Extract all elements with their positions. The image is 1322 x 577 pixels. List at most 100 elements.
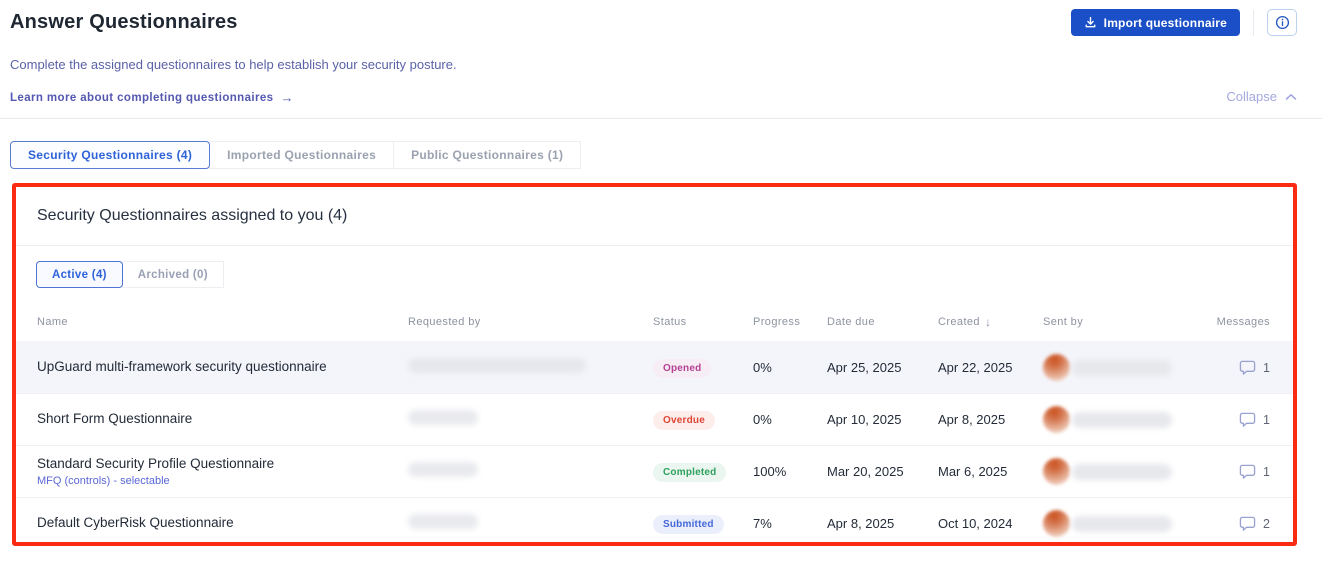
column-header-created[interactable]: Created ↓ [938, 315, 1043, 329]
progress-value: 100% [753, 464, 787, 479]
messages-button[interactable]: 2 [1216, 515, 1270, 532]
table-row[interactable]: Short Form Questionnaire Overdue 0% Apr … [16, 393, 1293, 445]
header-rule [0, 118, 1322, 119]
column-header-created-label: Created [938, 315, 980, 328]
table-row[interactable]: Standard Security Profile Questionnaire … [16, 445, 1293, 497]
page-title: Answer Questionnaires [10, 11, 238, 33]
redacted-requested-by [408, 357, 586, 373]
created-value: Mar 6, 2025 [938, 464, 1008, 479]
assigned-questionnaires-panel: Security Questionnaires assigned to you … [12, 183, 1297, 546]
questionnaire-type-link[interactable]: MFQ (controls) - selectable [37, 475, 408, 487]
progress-value: 0% [753, 360, 772, 375]
messages-button[interactable]: 1 [1216, 463, 1270, 480]
status-cell: Submitted [653, 514, 753, 534]
panel-header: Security Questionnaires assigned to you … [16, 187, 1293, 246]
column-header-progress[interactable]: Progress [753, 316, 827, 328]
progress-value: 7% [753, 516, 772, 531]
date-due-value: Apr 8, 2025 [827, 516, 895, 531]
requested-by-cell [408, 357, 653, 378]
status-badge: Submitted [653, 514, 724, 534]
import-questionnaire-label: Import questionnaire [1103, 15, 1227, 30]
message-bubble-icon [1239, 516, 1256, 531]
sent-by-cell [1043, 354, 1216, 381]
messages-button[interactable]: 1 [1216, 411, 1270, 428]
table-header: Name Requested by Status Progress Date d… [16, 302, 1293, 341]
column-header-status[interactable]: Status [653, 316, 753, 328]
arrow-right-icon: → [280, 90, 294, 105]
date-due-value: Mar 20, 2025 [827, 464, 904, 479]
subtab-archived[interactable]: Archived (0) [121, 261, 224, 288]
sent-by-cell [1043, 458, 1216, 485]
tab-public-questionnaires[interactable]: Public Questionnaires (1) [393, 141, 582, 169]
redacted-requested-by [408, 461, 478, 477]
avatar [1043, 406, 1070, 433]
chevron-up-icon [1285, 93, 1297, 100]
archive-filter-tabs: Active (4) Archived (0) [16, 246, 1293, 302]
status-cell: Opened [653, 358, 753, 378]
name-cell: Standard Security Profile Questionnaire … [37, 456, 408, 487]
redacted-sender-name [1072, 359, 1172, 376]
collapse-toggle[interactable]: Collapse [1226, 89, 1297, 104]
messages-button[interactable]: 1 [1216, 359, 1270, 376]
column-header-name[interactable]: Name [37, 316, 408, 328]
column-header-requested-by[interactable]: Requested by [408, 316, 653, 328]
redacted-sender-name [1072, 463, 1172, 480]
questionnaire-name: Default CyberRisk Questionnaire [37, 515, 234, 531]
table-row[interactable]: Default CyberRisk Questionnaire Submitte… [16, 497, 1293, 542]
column-header-messages[interactable]: Messages [1216, 316, 1270, 328]
date-due-value: Apr 10, 2025 [827, 412, 902, 427]
redacted-requested-by [408, 513, 478, 529]
name-cell: Short Form Questionnaire [37, 411, 408, 428]
info-button[interactable] [1267, 9, 1297, 36]
questionnaire-name: UpGuard multi-framework security questio… [37, 359, 327, 375]
status-cell: Completed [653, 462, 753, 482]
message-bubble-icon [1239, 412, 1256, 427]
learn-more-label: Learn more about completing questionnair… [10, 91, 274, 104]
collapse-label: Collapse [1226, 89, 1277, 104]
name-cell: Default CyberRisk Questionnaire [37, 515, 408, 532]
table-body: UpGuard multi-framework security questio… [16, 341, 1293, 542]
progress-value: 0% [753, 412, 772, 427]
questionnaire-name: Standard Security Profile Questionnaire [37, 456, 275, 472]
subtab-active[interactable]: Active (4) [36, 261, 123, 288]
download-icon [1085, 16, 1096, 28]
name-cell: UpGuard multi-framework security questio… [37, 359, 408, 376]
sent-by-cell [1043, 510, 1216, 537]
questionnaire-name: Short Form Questionnaire [37, 411, 193, 427]
created-value: Apr 8, 2025 [938, 412, 1006, 427]
tab-imported-questionnaires[interactable]: Imported Questionnaires [209, 141, 395, 169]
table-row[interactable]: UpGuard multi-framework security questio… [16, 341, 1293, 393]
questionnaire-tabs: Security Questionnaires (4) Imported Que… [10, 141, 582, 169]
avatar [1043, 510, 1070, 537]
status-badge: Completed [653, 462, 727, 482]
status-badge: Opened [653, 358, 712, 378]
message-count: 2 [1263, 516, 1270, 531]
page-subtitle: Complete the assigned questionnaires to … [10, 57, 457, 72]
tab-security-questionnaires[interactable]: Security Questionnaires (4) [10, 141, 211, 169]
requested-by-cell [408, 461, 653, 482]
created-value: Oct 10, 2024 [938, 516, 1013, 531]
avatar [1043, 458, 1070, 485]
sent-by-cell [1043, 406, 1216, 433]
column-header-sent-by[interactable]: Sent by [1043, 316, 1216, 328]
status-badge: Overdue [653, 410, 715, 430]
redacted-requested-by [408, 409, 478, 425]
requested-by-cell [408, 513, 653, 534]
learn-more-link[interactable]: Learn more about completing questionnair… [10, 90, 294, 105]
sort-descending-icon: ↓ [984, 314, 992, 329]
column-header-date-due[interactable]: Date due [827, 316, 938, 328]
date-due-value: Apr 25, 2025 [827, 360, 902, 375]
message-count: 1 [1263, 412, 1270, 427]
created-value: Apr 22, 2025 [938, 360, 1013, 375]
header-actions: Import questionnaire [1070, 9, 1297, 36]
redacted-sender-name [1072, 515, 1172, 532]
message-count: 1 [1263, 360, 1270, 375]
status-cell: Overdue [653, 410, 753, 430]
message-bubble-icon [1239, 360, 1256, 375]
message-count: 1 [1263, 464, 1270, 479]
import-questionnaire-button[interactable]: Import questionnaire [1070, 9, 1240, 36]
avatar [1043, 354, 1070, 381]
redacted-sender-name [1072, 411, 1172, 428]
header-divider [1253, 9, 1254, 36]
requested-by-cell [408, 409, 653, 430]
